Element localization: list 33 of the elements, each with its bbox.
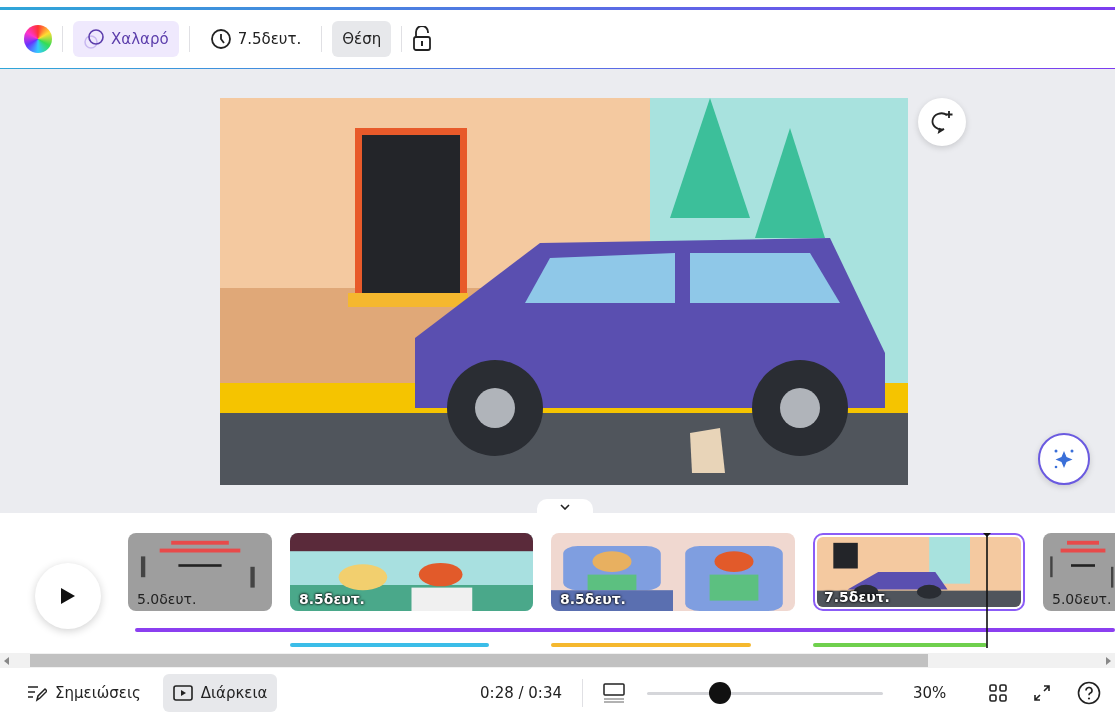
grid-view-icon[interactable] [989, 684, 1007, 702]
color-wheel-icon[interactable] [24, 25, 52, 53]
clip-duration: 5.0δευτ. [1052, 591, 1112, 607]
notes-icon [27, 684, 47, 702]
duration-view-button[interactable]: Διάρκεια [162, 674, 278, 712]
animation-icon [83, 28, 105, 50]
layout-icon[interactable] [603, 683, 625, 703]
help-icon[interactable] [1077, 681, 1101, 705]
play-button[interactable] [35, 563, 101, 629]
chevron-down-icon [560, 504, 570, 510]
clip-duration: 8.5δευτ. [560, 591, 626, 607]
position-button[interactable]: Θέση [332, 21, 392, 57]
unlock-icon[interactable] [412, 26, 433, 52]
fullscreen-icon[interactable] [1033, 684, 1051, 702]
timeline-clip[interactable]: 7.5δευτ. [813, 533, 1025, 611]
clip-duration: 8.5δευτ. [299, 591, 365, 607]
timeline-clip[interactable]: 5.0δευτ. [128, 533, 272, 611]
timeline-clip[interactable]: 5.0δευτ. [1043, 533, 1115, 611]
clip-duration: 7.5δευτ. [824, 589, 890, 605]
duration-button[interactable]: 7.5δευτ. [199, 21, 312, 57]
play-icon [60, 587, 76, 605]
clip-duration: 5.0δευτ. [137, 591, 197, 607]
notes-button[interactable]: Σημειώσεις [27, 674, 151, 712]
play-screen-icon [172, 685, 193, 701]
magic-button[interactable] [1038, 433, 1090, 485]
playback-time: 0:28 / 0:34 [480, 684, 562, 702]
comment-add-icon [929, 109, 955, 135]
animation-button[interactable]: Χαλαρό [73, 21, 179, 57]
zoom-percentage: 30% [913, 684, 948, 702]
add-comment-button[interactable] [918, 98, 966, 146]
clock-icon [209, 28, 232, 50]
zoom-slider-thumb[interactable] [709, 681, 732, 704]
timeline-clip[interactable]: 8.5δευτ. [551, 533, 795, 611]
